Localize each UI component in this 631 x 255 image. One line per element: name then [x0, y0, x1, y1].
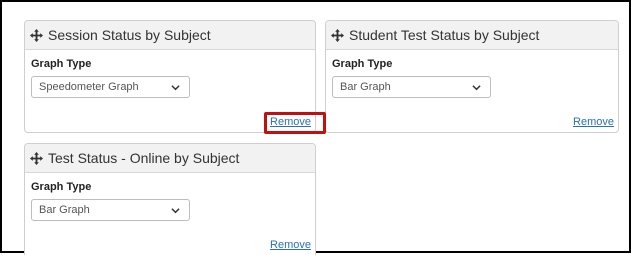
widget-title: Session Status by Subject — [48, 27, 211, 43]
screenshot-frame: Session Status by Subject Graph Type Spe… — [0, 0, 631, 255]
move-icon[interactable] — [30, 151, 43, 165]
graph-type-select[interactable]: Speedometer Graph — [31, 76, 190, 98]
widget-student-test-status: Student Test Status by Subject Graph Typ… — [325, 20, 619, 133]
chevron-down-icon — [171, 208, 180, 214]
graph-type-label: Graph Type — [31, 181, 92, 193]
graph-type-label: Graph Type — [31, 58, 92, 70]
chevron-down-icon — [171, 85, 180, 91]
widget-test-status-online: Test Status - Online by Subject Graph Ty… — [24, 143, 316, 255]
select-value: Speedometer Graph — [39, 81, 139, 93]
graph-type-select[interactable]: Bar Graph — [332, 76, 491, 98]
highlight-box — [264, 112, 326, 134]
select-value: Bar Graph — [340, 81, 391, 93]
remove-link[interactable]: Remove — [573, 116, 614, 128]
move-icon[interactable] — [331, 28, 344, 42]
remove-link[interactable]: Remove — [270, 239, 311, 251]
move-icon[interactable] — [30, 28, 43, 42]
widget-header[interactable]: Test Status - Online by Subject — [25, 144, 315, 173]
widget-header[interactable]: Student Test Status by Subject — [326, 21, 618, 50]
widget-title: Test Status - Online by Subject — [48, 150, 240, 166]
graph-type-label: Graph Type — [332, 58, 393, 70]
select-value: Bar Graph — [39, 204, 90, 216]
chevron-down-icon — [472, 85, 481, 91]
graph-type-select[interactable]: Bar Graph — [31, 199, 190, 221]
widget-header[interactable]: Session Status by Subject — [25, 21, 315, 50]
widget-title: Student Test Status by Subject — [349, 27, 540, 43]
